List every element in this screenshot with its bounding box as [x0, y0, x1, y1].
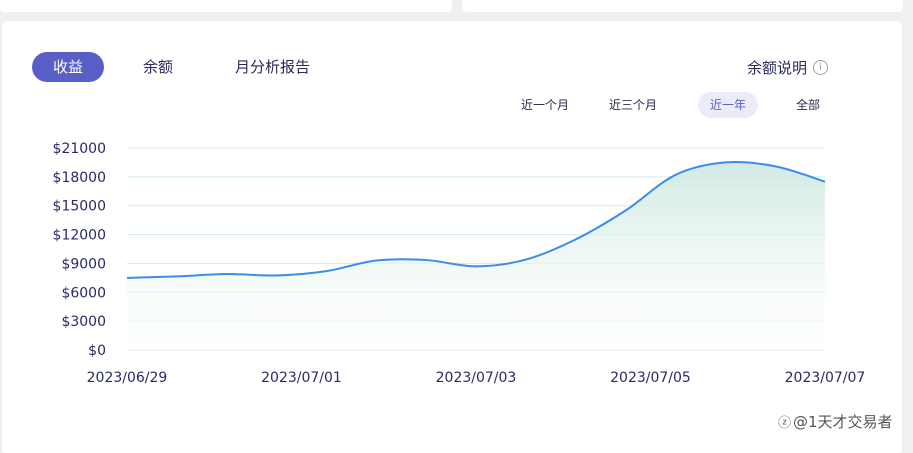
y-tick-label: $9000 — [61, 256, 106, 272]
earnings-chart: $0 $3000 $6000 $9000 $12000 $15000 $18000 $2100… — [53, 141, 866, 386]
watermark-text: @1天才交易者 — [793, 413, 893, 431]
y-tick-label: $21000 — [53, 141, 106, 157]
y-tick-label: $3000 — [61, 314, 106, 330]
earnings-area — [127, 161, 825, 350]
zhihu-logo-icon: ⓩ — [778, 416, 792, 431]
x-tick-label: 2023/06/29 — [87, 370, 168, 386]
y-tick-label: $6000 — [61, 285, 106, 301]
x-tick-label: 2023/07/07 — [785, 370, 866, 386]
y-tick-label: $0 — [88, 343, 106, 359]
y-tick-label: $15000 — [53, 199, 106, 215]
x-tick-label: 2023/07/01 — [261, 370, 342, 386]
x-tick-label: 2023/07/03 — [436, 370, 517, 386]
x-tick-label: 2023/07/05 — [610, 370, 691, 386]
watermark: ⓩ @1天才交易者 — [778, 411, 893, 432]
y-tick-label: $18000 — [53, 170, 106, 186]
y-tick-label: $12000 — [53, 228, 106, 244]
